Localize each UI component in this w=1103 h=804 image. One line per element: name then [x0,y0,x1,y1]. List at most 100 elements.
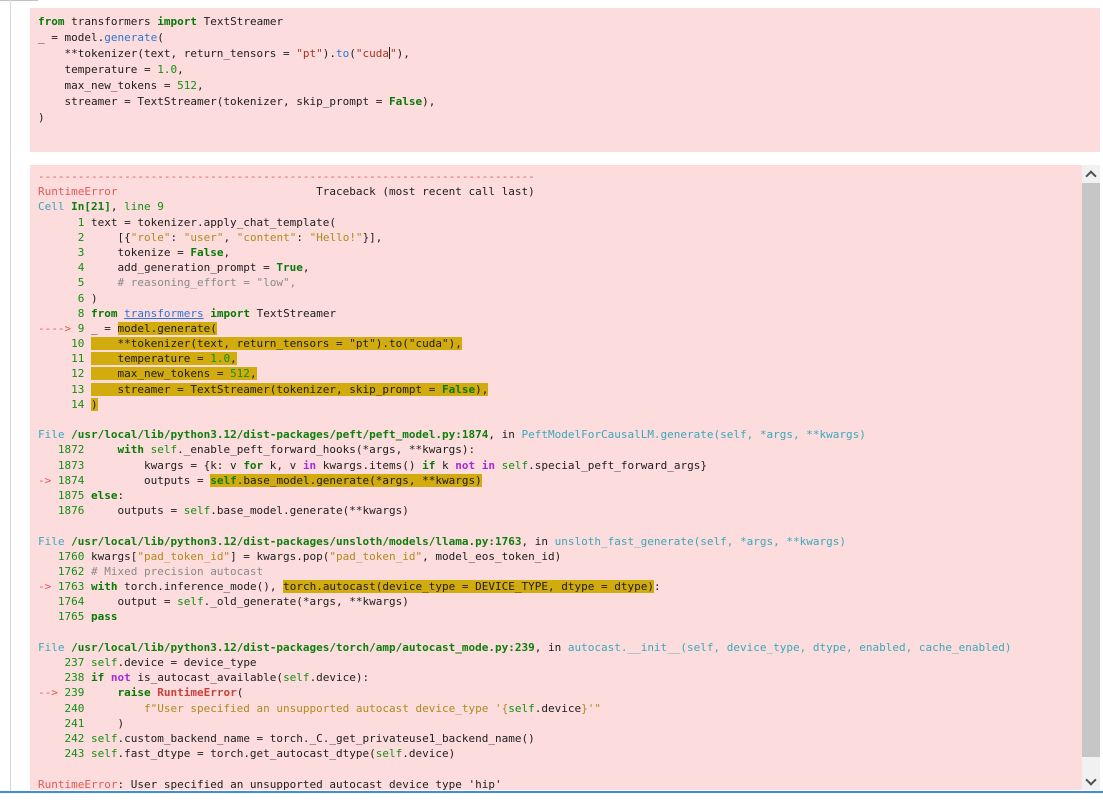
code-token: self [210,474,237,487]
code-token: transformers [124,307,203,320]
code-token: 6 [38,292,84,305]
scrollbar-thumb[interactable] [1082,183,1100,757]
code-token: 8 [38,307,84,320]
code-token [84,398,91,411]
code-token: RuntimeError [38,778,117,791]
code-token [84,367,91,380]
code-token: 512 [230,367,250,380]
code-token: self [177,595,204,608]
code-line: 241 ) [38,716,1082,731]
code-token: self [151,443,178,456]
code-token: : [296,231,309,244]
code-token: # Mixed precision autocast [84,565,263,578]
code-token: 1.0 [210,352,230,365]
code-token: /usr/local/lib/python3.12/dist-packages/… [71,428,488,441]
code-token: import [157,15,197,28]
code-token: to [336,47,349,60]
code-token: , [111,200,124,213]
code-line: 3 tokenize = False, [38,245,1082,260]
code-line: 12 max_new_tokens = 512, [38,366,1082,381]
code-line: ) [38,110,1100,126]
code-token: ), [397,47,410,60]
code-token: 1875 [38,489,84,502]
code-token: , in [521,535,554,548]
code-token: TextStreamer [197,15,283,28]
code-token: 242 [38,732,84,745]
code-token [84,686,117,699]
code-token [144,443,151,456]
code-token: not [455,459,475,472]
code-token: 1760 [38,550,84,563]
code-token: 12 [38,367,84,380]
code-token: 4 [38,261,84,274]
output-scrollbar[interactable] [1082,165,1100,790]
code-token [495,459,502,472]
focused-cell-border [0,791,1103,793]
code-token: .device [535,702,581,715]
chevron-up-icon [1085,170,1096,181]
code-token: True [276,261,303,274]
code-token: "Hello!" [310,231,363,244]
code-token: 13 [38,383,84,396]
code-token: RuntimeError [38,185,117,198]
code-token: }], [363,231,383,244]
code-token: : [170,231,183,244]
code-token: , [197,79,204,92]
code-token: , [303,261,310,274]
code-token: else [91,489,118,502]
code-token: kwargs.items() [316,459,422,472]
code-line: temperature = 1.0, [38,62,1100,78]
code-token: /usr/local/lib/python3.12/dist-packages/… [71,535,521,548]
code-token: False [442,383,475,396]
code-token: 1873 [38,459,84,472]
code-token: ( [237,686,244,699]
code-token: from [91,307,118,320]
code-token: RuntimeError [157,686,236,699]
code-line [38,412,1082,427]
code-token: _ = model. [38,31,104,44]
code-token: ( [157,31,164,44]
code-token: "pad_token_id" [137,550,230,563]
code-token: File [38,641,71,654]
code-token: 1765 [38,610,84,623]
code-token: " [390,47,397,60]
code-line: 1875 else: [38,488,1082,503]
code-token: /usr/local/lib/python3.12/dist-packages/… [71,641,535,654]
code-line: --> 239 raise RuntimeError( [38,685,1082,700]
code-token: 1762 [38,565,84,578]
code-token: streamer = TextStreamer(tokenizer, skip_… [91,383,442,396]
code-line: max_new_tokens = 512, [38,78,1100,94]
code-token: 10 [38,337,84,350]
cell-output-container: ----------------------------------------… [30,165,1100,790]
code-token: with [91,580,118,593]
code-token: Cell [38,200,71,213]
code-cell-editor[interactable]: from transformers import TextStreamer_ =… [30,8,1100,152]
code-token: self [376,747,403,760]
code-token: torch.inference_mode(), [118,580,284,593]
code-token: with [117,443,144,456]
code-token: kwargs[ [84,550,137,563]
code-token: .device = device_type [117,656,256,669]
code-token: if [91,671,104,684]
code-line: Cell In[21], line 9 [38,199,1082,214]
code-token: outputs = [84,474,210,487]
code-line: 1 text = tokenizer.apply_chat_template( [38,215,1082,230]
code-token: 239 [65,686,85,699]
code-token: add_generation_prompt = [84,261,276,274]
code-token: text = tokenizer.apply_chat_template( [84,216,336,229]
code-line: **tokenizer(text, return_tensors = "pt")… [38,46,1100,62]
code-line: 1764 output = self._old_generate(*args, … [38,594,1082,609]
traceback-output[interactable]: ----------------------------------------… [30,165,1082,790]
code-token [84,732,91,745]
code-token: File [38,428,71,441]
code-token: .base_model.generate(*args, **kwargs) [237,474,482,487]
code-token: 1 [38,216,84,229]
code-token [84,702,144,715]
code-line: ----> 9 _ = model.generate( [38,321,1082,336]
code-line [38,518,1082,533]
scrollbar-up-button[interactable] [1082,165,1100,183]
scrollbar-down-button[interactable] [1082,772,1100,790]
code-token: "content" [237,231,297,244]
code-token: 1876 [38,504,84,517]
code-line: 4 add_generation_prompt = True, [38,260,1082,275]
